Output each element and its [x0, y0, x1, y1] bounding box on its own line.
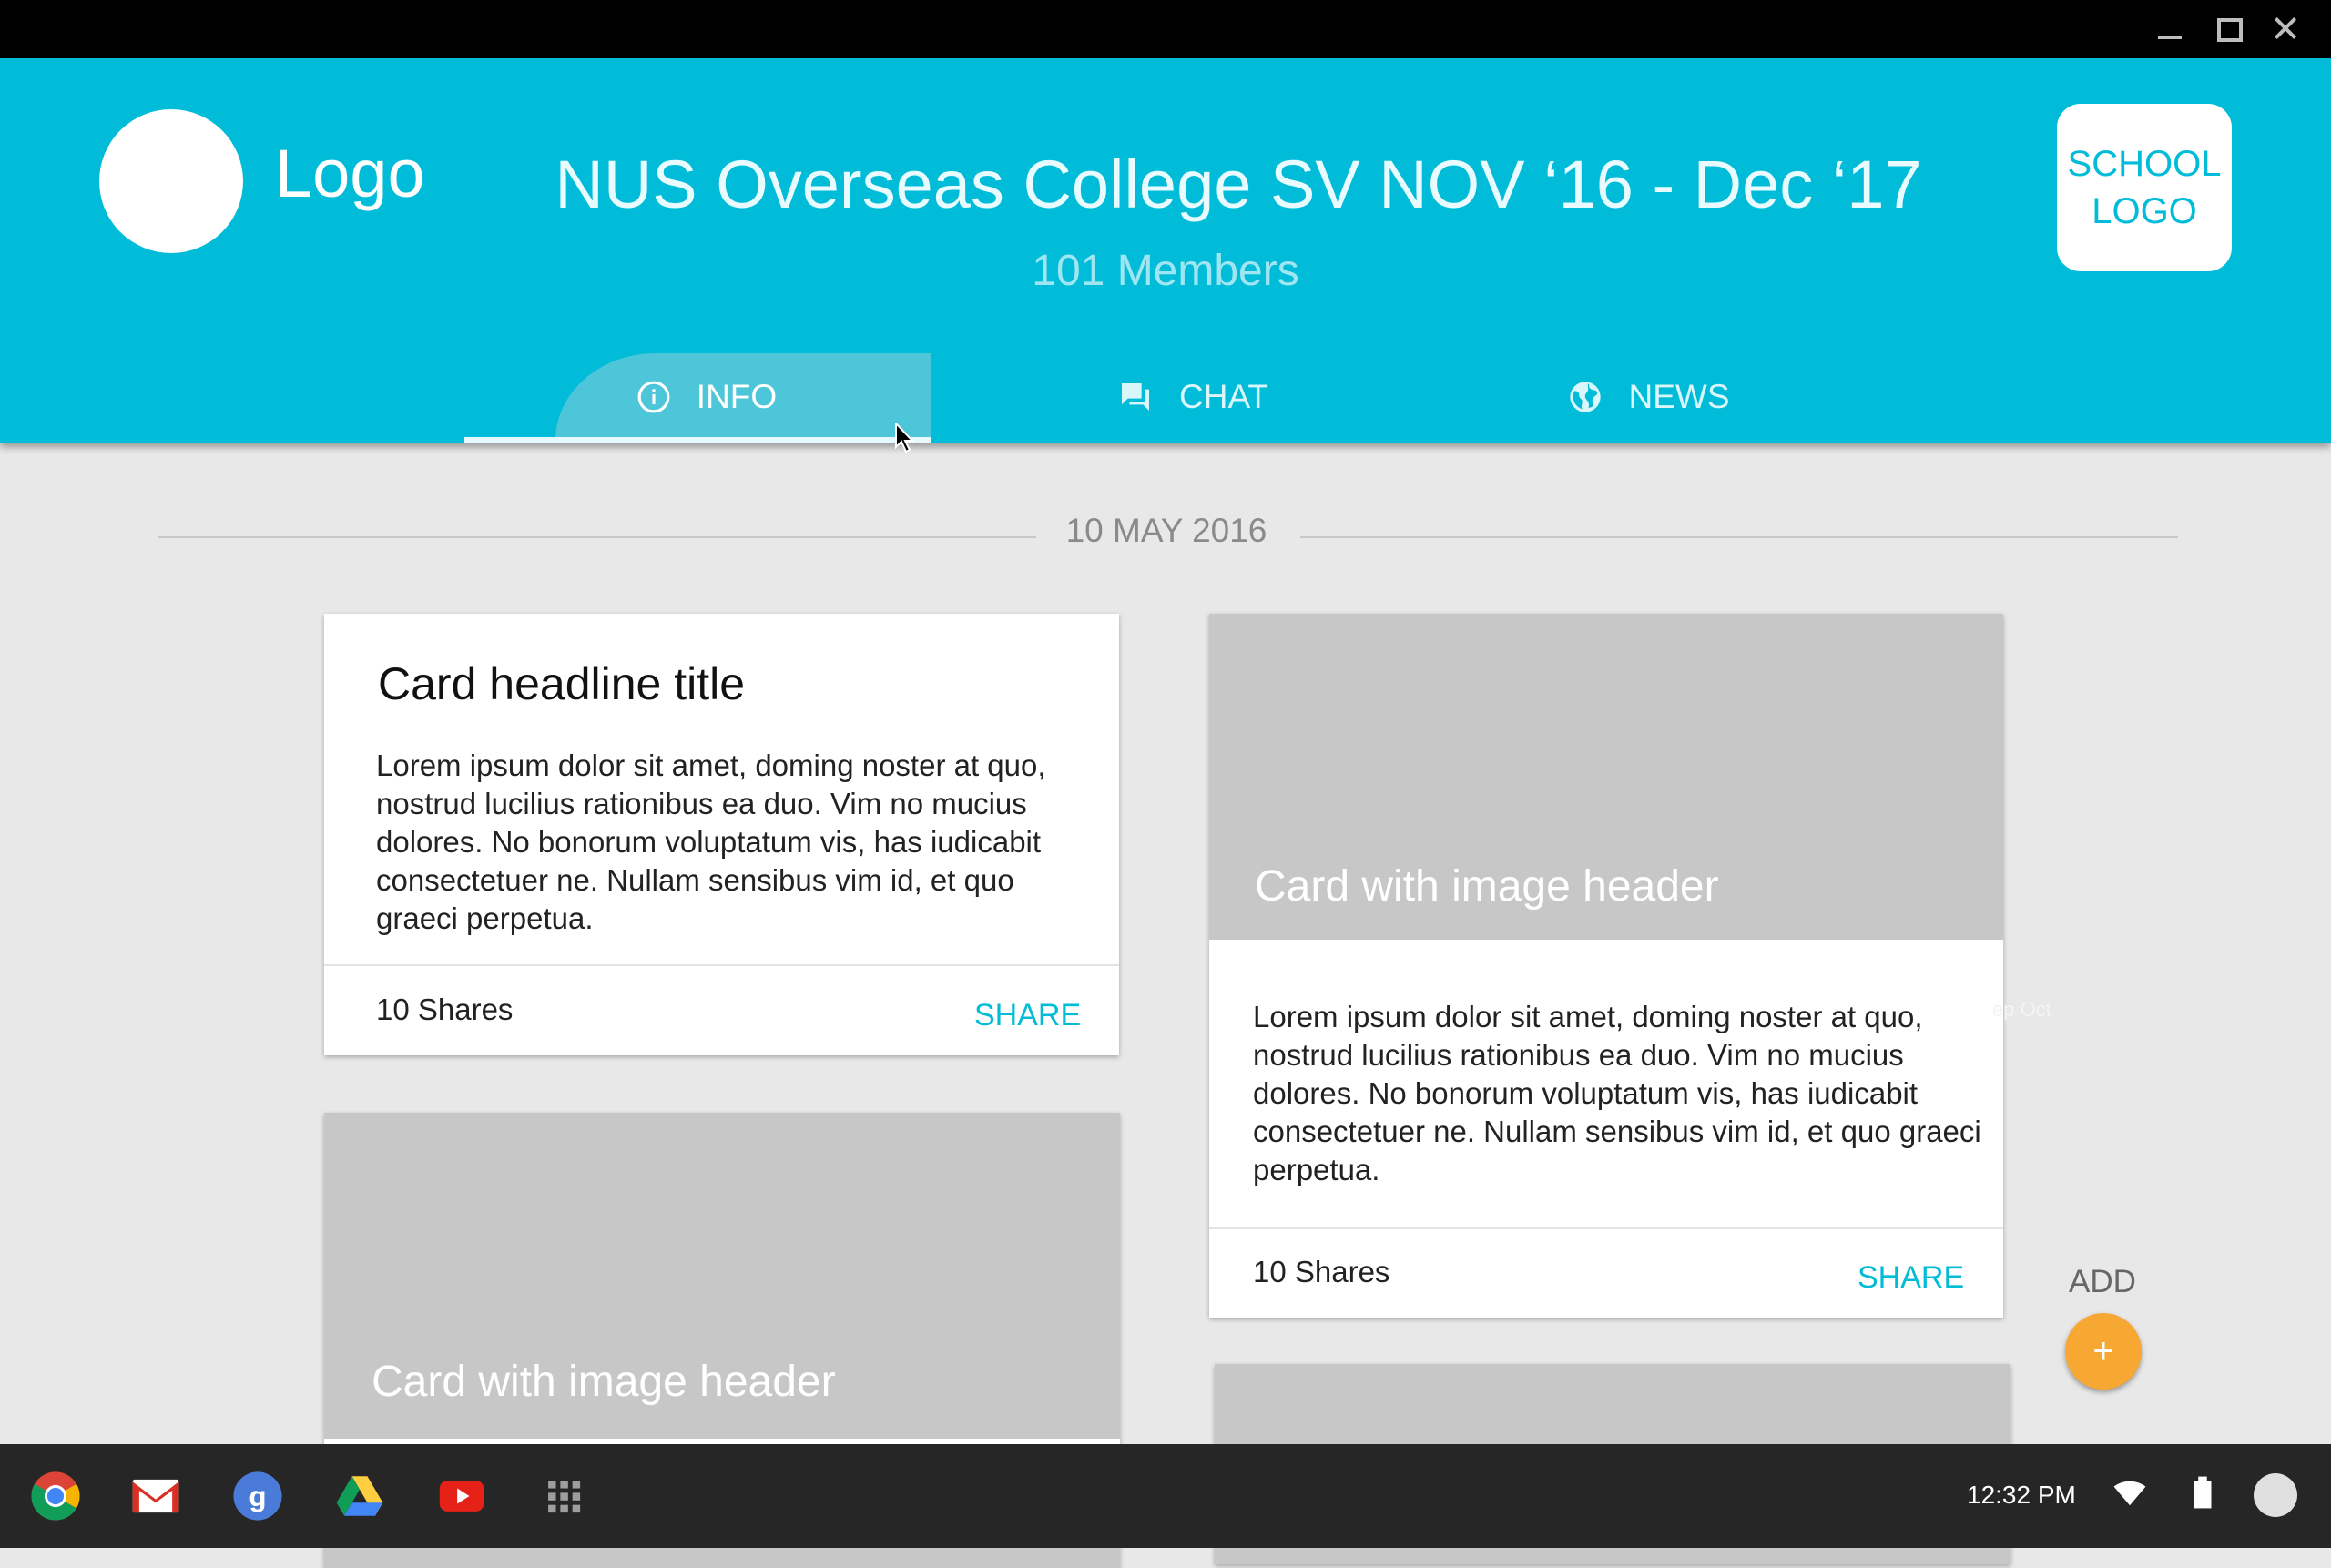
card-image-title: Card with image header: [372, 1358, 836, 1406]
plus-icon: +: [2092, 1330, 2114, 1371]
share-count: 10 Shares: [376, 993, 514, 1026]
google-icon[interactable]: g: [231, 1470, 284, 1522]
page-title: NUS Overseas College SV NOV ‘16 - Dec ‘1…: [555, 147, 1922, 222]
tab-news-label: NEWS: [1628, 378, 1730, 415]
chrome-icon[interactable]: [29, 1470, 82, 1522]
group-header: Logo NUS Overseas College SV NOV ‘16 - D…: [0, 58, 2331, 443]
image-card: Card with image header Lorem ipsum dolor…: [1209, 614, 2003, 1318]
divider-left: [158, 536, 1036, 538]
card-divider: [324, 964, 1119, 966]
maximize-button[interactable]: [2198, 0, 2256, 58]
text-card: Card headline title Lorem ipsum dolor si…: [324, 614, 1119, 1055]
tab-info[interactable]: INFO: [464, 353, 931, 441]
date-divider-label: 10 MAY 2016: [1065, 512, 1267, 549]
add-button[interactable]: +: [2065, 1313, 2142, 1390]
share-button[interactable]: SHARE: [974, 998, 1081, 1033]
globe-icon: [1569, 382, 1601, 412]
avatar[interactable]: [2254, 1473, 2297, 1517]
member-count: 101 Members: [1032, 247, 1299, 295]
card-body: Lorem ipsum dolor sit amet, doming noste…: [1253, 1000, 1981, 1186]
clock[interactable]: 12:32 PM: [1967, 1481, 2076, 1510]
window-titlebar: [0, 0, 2331, 58]
active-tab-indicator: [464, 437, 931, 443]
close-button[interactable]: [2256, 0, 2315, 58]
tab-chat-label: CHAT: [1179, 378, 1268, 415]
taskbar: g 12:32 PM: [0, 1444, 2331, 1548]
wifi-icon[interactable]: [2112, 1475, 2147, 1510]
add-label: ADD: [2069, 1264, 2136, 1299]
info-icon: [637, 381, 670, 413]
card-body: Lorem ipsum dolor sit amet, doming noste…: [376, 748, 1046, 935]
share-button[interactable]: SHARE: [1858, 1260, 1964, 1296]
app-launcher-icon[interactable]: [537, 1470, 590, 1522]
minimize-button[interactable]: [2138, 0, 2196, 58]
school-logo: SCHOOL LOGO: [2057, 104, 2232, 271]
gmail-icon[interactable]: [129, 1470, 182, 1522]
share-count: 10 Shares: [1253, 1255, 1390, 1288]
divider-right: [1300, 536, 2178, 538]
card-title: Card headline title: [378, 658, 746, 709]
tab-info-label: INFO: [696, 378, 778, 415]
tab-news[interactable]: NEWS: [1512, 353, 1785, 441]
youtube-icon[interactable]: [435, 1470, 488, 1522]
battery-icon[interactable]: [2191, 1475, 2214, 1510]
faded-text: ep Oct: [1992, 998, 2051, 1021]
svg-text:g: g: [249, 1481, 266, 1512]
mouse-cursor-icon: [895, 423, 915, 453]
chat-icon: [1122, 383, 1149, 411]
tab-chat[interactable]: CHAT: [1074, 353, 1311, 441]
drive-icon[interactable]: [333, 1470, 386, 1522]
card-divider: [1209, 1227, 2003, 1229]
card-image-title: Card with image header: [1255, 862, 1719, 911]
